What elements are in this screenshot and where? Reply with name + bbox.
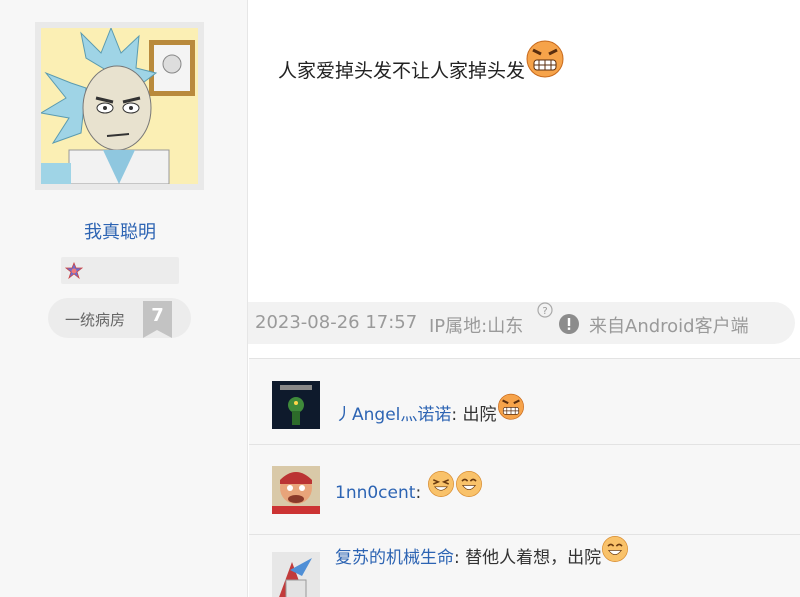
reply-body: 出院 <box>457 405 497 425</box>
list-item: 丿Angel灬诺诺: 出院 <box>249 359 800 445</box>
reply-username[interactable]: 1nn0cent <box>335 483 415 503</box>
post-ip-location: IP属地:山东 <box>429 316 524 337</box>
reply-username[interactable]: 复苏的机械生命 <box>335 548 454 568</box>
post-text: 人家爱掉头发不让人家掉头发 <box>278 60 526 82</box>
reply-avatar[interactable] <box>272 381 320 429</box>
level-number: 7 <box>143 301 172 338</box>
reply-body: 替他人着想，出院 <box>459 548 602 568</box>
reply-text: 复苏的机械生命: 替他人着想，出院 <box>335 535 629 568</box>
reply-avatar[interactable] <box>272 466 320 514</box>
smile-emoji-icon <box>601 535 629 568</box>
reply-separator: : <box>415 483 422 503</box>
smile-emoji-icon <box>455 470 483 503</box>
author-username[interactable]: 我真聪明 <box>0 218 240 244</box>
grimace-emoji-icon <box>525 38 565 83</box>
report-warning-icon[interactable] <box>559 314 579 338</box>
level-name: 一统病房 <box>65 311 126 329</box>
reply-list: 丿Angel灬诺诺: 出院 1nn0cent: 复苏的机械生命: 替他人着想，出… <box>249 358 800 597</box>
reply-text: 1nn0cent: <box>335 470 483 503</box>
help-question-icon[interactable]: ? <box>537 302 553 322</box>
avatar-image <box>41 28 198 184</box>
list-item: 1nn0cent: <box>249 449 800 535</box>
post-source: 来自Android客户端 <box>589 316 749 337</box>
level-badge[interactable]: 一统病房 7 <box>48 298 191 338</box>
member-badge-bar <box>61 257 179 284</box>
author-panel: 我真聪明 一统病房 7 <box>0 0 248 597</box>
author-avatar[interactable] <box>35 22 204 190</box>
post-date: 2023-08-26 17:57 <box>255 312 418 333</box>
squint-laugh-emoji-icon <box>427 470 455 503</box>
reply-username[interactable]: 丿Angel灬诺诺 <box>335 405 451 425</box>
svg-text:?: ? <box>542 306 547 317</box>
post-content: 人家爱掉头发不让人家掉头发 <box>278 38 565 83</box>
reply-avatar[interactable] <box>272 552 320 597</box>
list-item: 复苏的机械生命: 替他人着想，出院 <box>249 535 800 597</box>
reply-text: 丿Angel灬诺诺: 出院 <box>335 392 525 425</box>
grimace-emoji-icon <box>497 392 525 425</box>
member-badge-icon <box>64 261 84 280</box>
